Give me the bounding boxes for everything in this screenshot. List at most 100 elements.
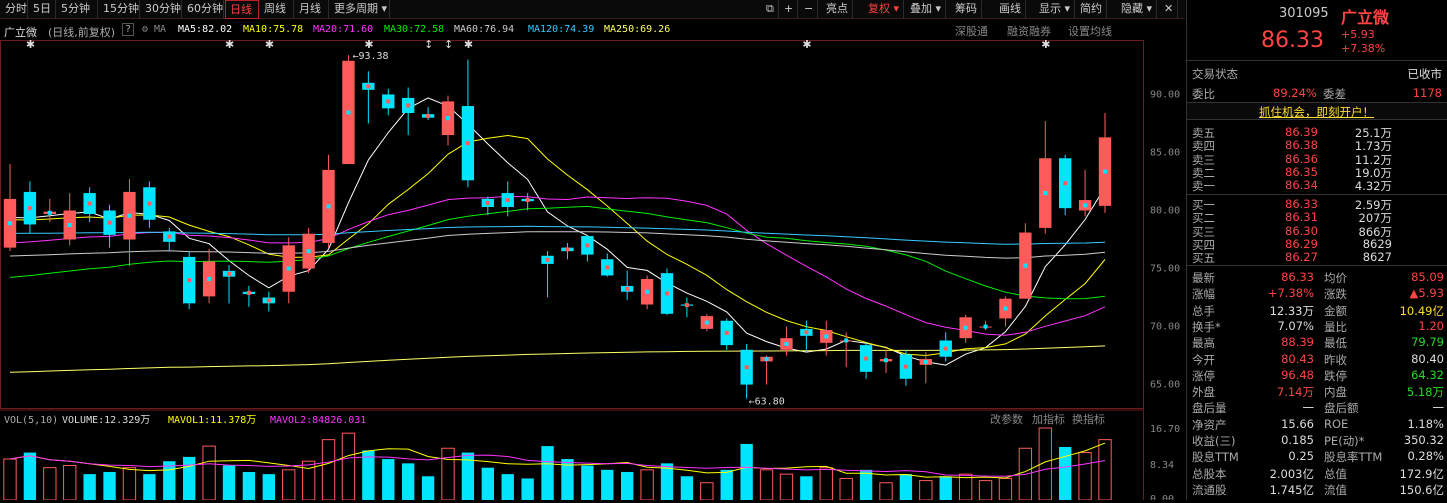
tool-button[interactable]: 亮点 xyxy=(822,0,853,19)
volume-bar xyxy=(939,476,952,500)
stat-label: 总手 xyxy=(1192,303,1215,318)
bid-label: 买五 xyxy=(1192,251,1215,266)
bid-level[interactable]: 买二 86.31 207万 xyxy=(1187,210,1447,225)
candlestick-chart[interactable]: 90.00 85.00 80.00 75.00 70.00 65.00 ←93.38 ←63.… xyxy=(0,38,1185,503)
candle-dot xyxy=(227,271,231,276)
candle-dot xyxy=(446,116,450,121)
ma-settings-icon[interactable]: ⚙ MA xyxy=(142,24,166,35)
account-banner[interactable]: 抓住机会，即刻开户！ xyxy=(1187,102,1447,120)
vol-link[interactable]: 改参数 xyxy=(990,412,1023,426)
event-marker: ✱ xyxy=(225,40,234,51)
tool-button[interactable]: 叠加 ▾ xyxy=(906,0,947,19)
ask-level[interactable]: 卖三 86.36 11.2万 xyxy=(1187,151,1447,167)
bid-level[interactable]: 买四 86.29 8629 xyxy=(1187,237,1447,252)
link-ma-settings[interactable]: 设置均线 xyxy=(1068,23,1112,39)
candle-dot xyxy=(525,198,530,203)
link-hk-connect[interactable]: 深股通 xyxy=(955,23,988,39)
candle-dot xyxy=(605,265,610,270)
zoom-in-icon[interactable]: + xyxy=(780,0,799,19)
ask-level[interactable]: 卖一 86.34 4.32万 xyxy=(1187,178,1447,194)
candle-dot xyxy=(286,266,291,271)
price-change-pct: +7.38% xyxy=(1341,42,1386,55)
period-tab[interactable]: 5日 xyxy=(29,0,56,19)
stat-row: 涨停 96.48 跌停 64.32 xyxy=(1187,368,1447,383)
ma10-line xyxy=(9,134,1106,357)
candle-dot xyxy=(246,290,251,295)
tool-button[interactable]: 隐藏 ▾ xyxy=(1117,0,1158,19)
volume-bar xyxy=(23,452,37,500)
divider xyxy=(1187,194,1447,195)
close-icon[interactable]: ✕ xyxy=(1160,0,1179,19)
tool-button[interactable]: 显示 ▾ xyxy=(1035,0,1076,19)
period-tab[interactable]: 更多周期 ▾ xyxy=(330,0,390,19)
stat-label: 股息TTM xyxy=(1192,450,1239,465)
stat-label: 流值 xyxy=(1324,482,1347,497)
candle-dot xyxy=(923,359,928,364)
vol-tick-label: 16.70 xyxy=(1150,424,1180,435)
period-tab[interactable]: 5分钟 xyxy=(57,0,98,19)
tool-button[interactable]: 简约 xyxy=(1076,0,1107,19)
y-tick-label: 75.00 xyxy=(1150,264,1180,275)
event-marker: ↕ xyxy=(424,40,433,51)
volume-bar xyxy=(601,469,614,500)
y-tick-label: 70.00 xyxy=(1150,322,1180,333)
tool-button[interactable]: 筹码 xyxy=(951,0,982,19)
candle-dot xyxy=(943,346,948,351)
period-tab[interactable]: 30分钟 xyxy=(141,0,182,19)
ask-label: 卖一 xyxy=(1192,179,1215,194)
ask-level[interactable]: 卖四 86.38 1.73万 xyxy=(1187,138,1447,153)
candle-dot xyxy=(884,358,888,363)
period-tab[interactable]: 周线 xyxy=(260,0,294,19)
volume-bar xyxy=(521,478,534,500)
stat-value: 1.20 xyxy=(1418,318,1444,333)
stat-label: 内盘 xyxy=(1324,385,1347,400)
period-tab[interactable]: 日线 xyxy=(225,0,259,19)
volume-bar xyxy=(441,447,455,501)
period-tab[interactable]: 分时 xyxy=(1,0,28,19)
volume-bar xyxy=(103,471,116,500)
stat-value: 0.25 xyxy=(1288,449,1314,464)
copy-icon[interactable]: ⧉ xyxy=(762,0,779,19)
candle-dot xyxy=(266,298,271,303)
ask-level[interactable]: 卖二 86.35 19.0万 xyxy=(1187,165,1447,180)
zoom-out-icon[interactable]: − xyxy=(800,0,819,19)
y-tick-label: 85.00 xyxy=(1150,147,1180,158)
tool-button[interactable]: 画线 xyxy=(995,0,1026,19)
last-price: 86.33 xyxy=(1261,28,1324,53)
ask-level[interactable]: 卖五 86.39 25.1万 xyxy=(1187,125,1447,140)
volume-bar xyxy=(779,473,794,501)
quote-panel: 301095 广立微 86.33 +5.93 +7.38% 交易状态 已收市 委… xyxy=(1186,0,1447,500)
period-tab[interactable]: 60分钟 xyxy=(183,0,224,19)
stat-row: 净资产 15.66 ROE 1.18% xyxy=(1187,417,1447,432)
candle-dot xyxy=(306,249,311,254)
stat-value: 80.40 xyxy=(1411,351,1444,366)
vol-tick-label: 8.34 xyxy=(1150,460,1174,471)
period-tab[interactable]: 月线 xyxy=(295,0,329,19)
ask-price: 86.36 xyxy=(1285,151,1318,166)
candle-dot xyxy=(187,278,192,283)
ma10-label: MA10:75.78 xyxy=(243,24,304,35)
stat-row: 盘后量一盘后额一 xyxy=(1187,400,1447,415)
candle-dot xyxy=(684,303,689,308)
tool-button[interactable]: 复权 ▾ xyxy=(864,0,905,19)
vol-link[interactable]: 换指标 xyxy=(1072,412,1105,426)
stat-label: 净资产 xyxy=(1192,417,1227,432)
bid-level[interactable]: 买五 86.27 8627 xyxy=(1187,250,1447,266)
help-button[interactable]: ? xyxy=(122,23,135,36)
bid-level[interactable]: 买三 86.30 866万 xyxy=(1187,224,1447,239)
period-tab[interactable]: 15分钟 xyxy=(99,0,140,19)
candle-dot xyxy=(1063,181,1068,186)
stock-code: 301095 xyxy=(1279,6,1329,21)
status-row: 交易状态 已收市 xyxy=(1192,67,1442,81)
volume-bar xyxy=(899,474,913,500)
candle-dot xyxy=(67,223,72,227)
vol-link[interactable]: 加指标 xyxy=(1032,412,1065,426)
stat-value: 79.79 xyxy=(1411,335,1444,350)
candle-dot xyxy=(505,198,510,203)
stat-value: 88.39 xyxy=(1281,335,1314,350)
bid-level[interactable]: 买一 86.33 2.59万 xyxy=(1187,197,1447,212)
link-margin[interactable]: 融资融券 xyxy=(1007,23,1051,39)
stat-label: 最低 xyxy=(1324,336,1347,351)
volume-bar xyxy=(541,446,554,500)
stat-row: 总手 12.33万 金额 10.49亿 xyxy=(1187,303,1447,318)
